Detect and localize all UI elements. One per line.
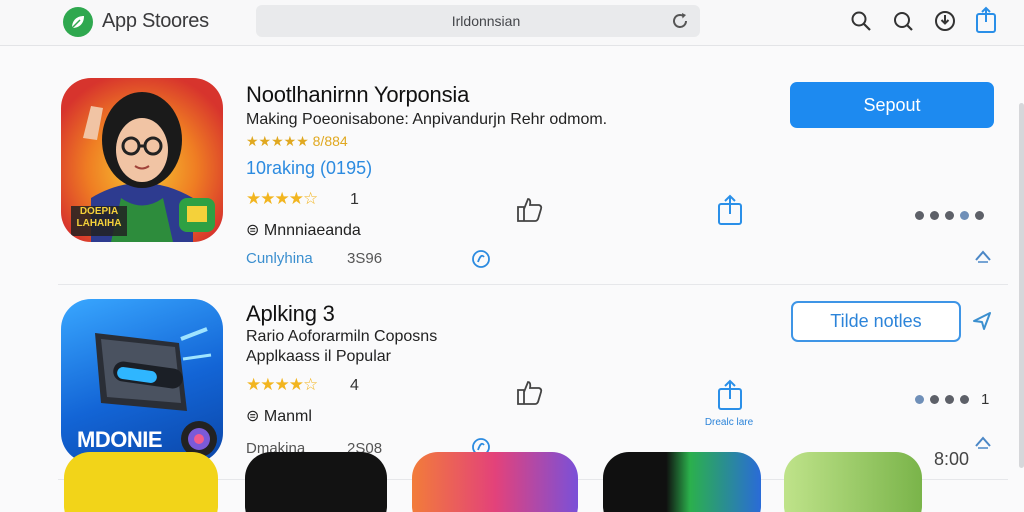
star-rating: ★★★★☆ — [246, 189, 318, 208]
size-label: 3S96 — [347, 250, 383, 267]
like-icon[interactable] — [515, 378, 545, 408]
time-label: 8:00 — [934, 449, 970, 469]
rating-count: 1 — [350, 191, 359, 208]
chevron-up-icon[interactable] — [974, 434, 992, 450]
search-bar[interactable]: Irldonnsian — [256, 5, 700, 37]
download-icon[interactable] — [933, 9, 957, 33]
ranking-label: 10raking (0195) — [246, 158, 373, 178]
more-options-dots[interactable] — [915, 211, 984, 220]
divider — [58, 284, 1008, 285]
developer-name: Manml — [263, 408, 312, 425]
share-icon[interactable] — [974, 6, 998, 34]
app-icon-5[interactable] — [412, 452, 578, 512]
app-icon-6[interactable] — [603, 452, 761, 512]
developer-label: ⊜ Mnnniaeanda — [246, 220, 361, 240]
app-icon-1[interactable]: DOEPIA LAHAIHA — [61, 78, 223, 242]
tile-caption: DOEPIA LAHAIHA — [76, 206, 122, 229]
top-bar: App Stoores Irldonnsian — [0, 0, 1024, 46]
app-icon-7[interactable] — [784, 452, 922, 512]
chevron-up-icon[interactable] — [974, 248, 992, 264]
leaf-logo-icon — [63, 7, 93, 37]
get-button[interactable]: Sepout — [790, 82, 994, 128]
scrollbar[interactable] — [1019, 103, 1024, 468]
location-icon: ⊜ — [246, 222, 264, 239]
magnifier-icon[interactable] — [891, 9, 915, 33]
app-name[interactable]: Nootlhanirnn Yorponsia — [246, 82, 469, 108]
app-icon-2[interactable]: MDONIE — [61, 299, 223, 463]
app-subtitle-2: Applkaass il Popular — [246, 348, 391, 365]
page-dots[interactable] — [915, 395, 969, 404]
share-icon[interactable] — [716, 379, 744, 411]
refresh-icon[interactable] — [670, 11, 690, 31]
rating-summary: ★★★★★ 8/884 — [246, 133, 348, 149]
pin-icon[interactable] — [971, 310, 993, 332]
developer-label: ⊜ Manml — [246, 406, 312, 426]
app-icon-3[interactable] — [64, 452, 218, 512]
app-title: App Stoores — [102, 10, 209, 32]
page-number: 1 — [981, 391, 990, 408]
refresh-circle-icon[interactable] — [471, 249, 491, 269]
share-icon[interactable] — [716, 194, 744, 226]
location-icon: ⊜ — [246, 408, 264, 425]
app-subtitle: Rario Aoforarmiln Coposns — [246, 328, 438, 345]
app-list: DOEPIA LAHAIHA Nootlhanirnn Yorponsia Ma… — [0, 46, 1024, 512]
install-button[interactable]: Tilde notles — [791, 301, 961, 342]
app-name[interactable]: Aplking 3 — [246, 301, 335, 327]
app-subtitle: Making Poeonisabone: Anpivandurjn Rehr o… — [246, 111, 608, 128]
developer-name: Mnnniaeanda — [263, 222, 361, 239]
like-icon[interactable] — [515, 195, 545, 225]
search-icon[interactable] — [849, 9, 873, 33]
category-label[interactable]: Cunlyhina — [246, 250, 313, 267]
tile-caption: MDONIE — [77, 427, 163, 452]
star-rating: ★★★★☆ — [246, 375, 318, 394]
rating-count: 4 — [350, 377, 359, 394]
search-input[interactable]: Irldonnsian — [256, 13, 716, 29]
app-icon-4[interactable] — [245, 452, 387, 512]
share-label[interactable]: Drealc lare — [694, 417, 764, 428]
